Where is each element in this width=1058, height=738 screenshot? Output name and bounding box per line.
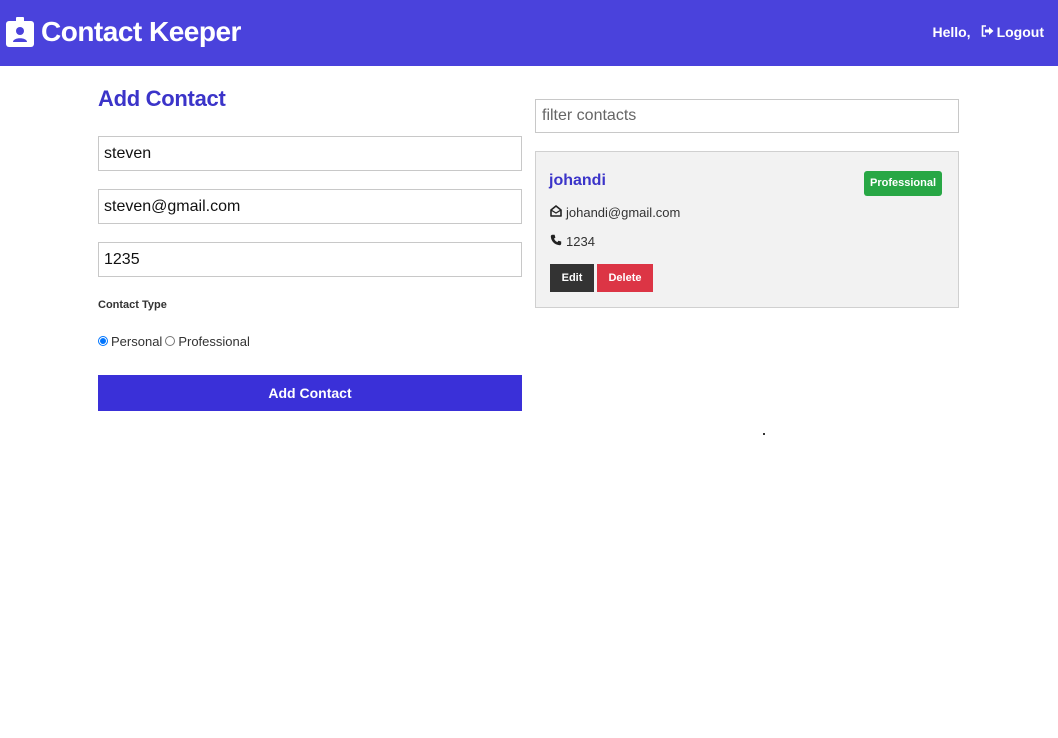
contact-card: johandi Professional johandi@gmail.com 1…	[535, 151, 959, 308]
nav-right: Hello, Logout	[932, 24, 1044, 40]
contact-type-options: Personal Professional	[98, 333, 522, 349]
radio-professional[interactable]	[165, 336, 176, 346]
contact-phone: 1234	[566, 234, 595, 249]
brand[interactable]: Contact Keeper	[5, 16, 241, 48]
delete-button[interactable]: Delete	[597, 264, 653, 292]
contact-type-badge: Professional	[864, 171, 942, 196]
email-input[interactable]	[98, 189, 522, 224]
logout-link[interactable]: Logout	[981, 24, 1044, 40]
add-contact-button[interactable]: Add Contact	[98, 375, 522, 411]
contacts-panel: johandi Professional johandi@gmail.com 1…	[535, 99, 959, 308]
radio-personal-label[interactable]: Personal	[111, 334, 162, 349]
envelope-open-icon	[550, 205, 566, 220]
id-badge-icon	[5, 17, 35, 47]
sign-out-icon	[981, 24, 997, 40]
phone-input[interactable]	[98, 242, 522, 277]
logout-label: Logout	[996, 24, 1044, 40]
edit-button[interactable]: Edit	[550, 264, 594, 292]
contact-phone-line: 1234	[550, 234, 595, 249]
form-title: Add Contact	[98, 86, 226, 111]
radio-personal[interactable]	[98, 336, 108, 346]
radio-professional-label[interactable]: Professional	[178, 334, 250, 349]
contact-type-label: Contact Type	[98, 299, 167, 311]
navbar: Contact Keeper Hello, Logout	[0, 0, 1058, 66]
contact-name: johandi	[549, 172, 606, 189]
contact-email-line: johandi@gmail.com	[550, 205, 680, 220]
stray-dot	[763, 433, 765, 435]
contact-email: johandi@gmail.com	[566, 205, 681, 220]
phone-icon	[550, 234, 566, 249]
filter-input[interactable]	[535, 99, 959, 133]
contact-form: Add Contact Contact Type Personal Profes…	[98, 86, 522, 411]
app-title: Contact Keeper	[41, 16, 241, 47]
name-input[interactable]	[98, 136, 522, 171]
greeting-text: Hello,	[932, 24, 971, 40]
